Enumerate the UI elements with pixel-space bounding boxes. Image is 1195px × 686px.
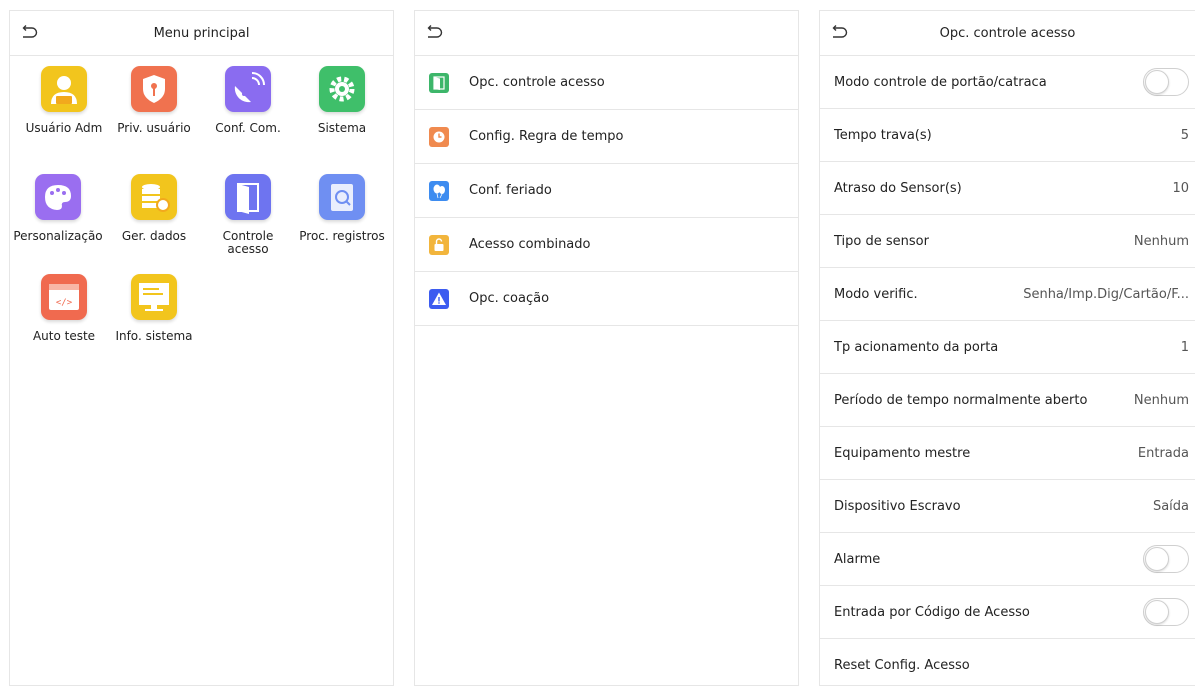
- toggle-knob: [1145, 547, 1169, 571]
- tile-label: Controle acesso: [222, 229, 274, 256]
- clock-icon: [429, 126, 449, 147]
- tile-label: Auto teste: [32, 329, 96, 343]
- setting-label: Tempo trava(s): [834, 127, 932, 143]
- menu-item-label: Opc. coação: [469, 291, 550, 306]
- main-menu-panel: Menu principal Usuário Adm Priv. usuário…: [9, 10, 394, 686]
- tile-access-control[interactable]: Controle acesso: [200, 168, 296, 272]
- access-control-menu-panel: Opc. controle acesso Config. Regra de te…: [414, 10, 799, 686]
- setting-normally-open-period[interactable]: Período de tempo normalmente aberto Nenh…: [820, 374, 1195, 427]
- user-privilege-icon: [131, 66, 177, 112]
- setting-sensor-delay[interactable]: Atraso do Sensor(s) 10: [820, 162, 1195, 215]
- tile-data-management[interactable]: Ger. dados: [106, 168, 202, 272]
- menu-item-holidays[interactable]: Conf. feriado: [415, 164, 798, 218]
- communication-icon: [225, 66, 271, 112]
- page-title: Opc. controle acesso: [939, 25, 1076, 41]
- setting-label: Período de tempo normalmente aberto: [834, 392, 1088, 408]
- tile-communication[interactable]: Conf. Com.: [200, 60, 296, 164]
- setting-sensor-type[interactable]: Tipo de sensor Nenhum: [820, 215, 1195, 268]
- tile-autotest[interactable]: </> Auto teste: [16, 268, 112, 372]
- menu-item-combined-access[interactable]: Acesso combinado: [415, 218, 798, 272]
- warning-icon: [429, 288, 449, 309]
- setting-alarm[interactable]: Alarme: [820, 533, 1195, 586]
- access-code-toggle[interactable]: [1143, 598, 1189, 626]
- page-title: Menu principal: [153, 25, 250, 41]
- personalize-palette-icon: [35, 174, 81, 220]
- tile-label: Conf. Com.: [215, 121, 281, 135]
- access-menu-header: [415, 11, 798, 56]
- alarm-toggle[interactable]: [1143, 545, 1189, 573]
- access-options-header: Opc. controle acesso: [820, 11, 1195, 56]
- autotest-code-icon: </>: [41, 274, 87, 320]
- setting-label: Alarme: [834, 551, 881, 567]
- toggle-knob: [1145, 70, 1169, 94]
- tile-label: Ger. dados: [121, 229, 187, 243]
- setting-label: Tp acionamento da porta: [834, 339, 999, 355]
- access-control-door-icon: [225, 174, 271, 220]
- access-options-panel: Opc. controle acesso Modo controle de po…: [819, 10, 1195, 686]
- setting-label: Modo controle de portão/catraca: [834, 74, 1047, 90]
- attendance-search-icon: [319, 174, 365, 220]
- tile-label: Proc. registros: [299, 229, 385, 243]
- setting-value: 5: [1180, 127, 1189, 143]
- setting-access-code-entry[interactable]: Entrada por Código de Acesso: [820, 586, 1195, 639]
- setting-gate-mode[interactable]: Modo controle de portão/catraca: [820, 56, 1195, 109]
- system-gear-icon: [319, 66, 365, 112]
- setting-value: Nenhum: [1133, 392, 1189, 408]
- setting-value: Saída: [1152, 498, 1189, 514]
- menu-item-label: Conf. feriado: [469, 183, 552, 198]
- setting-lock-time[interactable]: Tempo trava(s) 5: [820, 109, 1195, 162]
- user-admin-icon: [41, 66, 87, 112]
- tile-personalize[interactable]: Personalização: [10, 168, 106, 272]
- svg-text:</>: </>: [56, 298, 73, 308]
- back-arrow-icon[interactable]: [20, 24, 38, 42]
- setting-label: Tipo de sensor: [834, 233, 929, 249]
- setting-label: Entrada por Código de Acesso: [834, 604, 1030, 620]
- tile-label: Info. sistema: [115, 329, 193, 343]
- setting-label: Dispositivo Escravo: [834, 498, 961, 514]
- menu-item-duress[interactable]: Opc. coação: [415, 272, 798, 326]
- system-info-monitor-icon: [131, 274, 177, 320]
- menu-item-access-options[interactable]: Opc. controle acesso: [415, 56, 798, 110]
- tile-label: Usuário Adm: [25, 121, 103, 135]
- balloons-icon: [429, 180, 449, 201]
- setting-door-trigger[interactable]: Tp acionamento da porta 1: [820, 321, 1195, 374]
- setting-value: Entrada: [1137, 445, 1189, 461]
- main-menu-header: Menu principal: [10, 11, 393, 56]
- setting-value: Nenhum: [1133, 233, 1189, 249]
- setting-value: 1: [1180, 339, 1189, 355]
- setting-value: Senha/Imp.Dig/Cartão/F...: [1023, 286, 1189, 302]
- tile-user-admin[interactable]: Usuário Adm: [16, 60, 112, 164]
- setting-label: Equipamento mestre: [834, 445, 971, 461]
- back-arrow-icon[interactable]: [830, 24, 848, 42]
- menu-item-label: Opc. controle acesso: [469, 75, 605, 90]
- setting-label: Atraso do Sensor(s): [834, 180, 962, 196]
- tile-system-info[interactable]: Info. sistema: [106, 268, 202, 372]
- door-icon: [429, 72, 449, 93]
- toggle-knob: [1145, 600, 1169, 624]
- menu-item-time-rule[interactable]: Config. Regra de tempo: [415, 110, 798, 164]
- setting-label: Reset Config. Acesso: [834, 657, 970, 673]
- unlock-icon: [429, 234, 449, 255]
- tile-label: Priv. usuário: [117, 121, 191, 135]
- back-arrow-icon[interactable]: [425, 24, 443, 42]
- setting-label: Modo verific.: [834, 286, 918, 302]
- setting-value: 10: [1172, 180, 1189, 196]
- menu-item-label: Acesso combinado: [469, 237, 591, 252]
- menu-item-label: Config. Regra de tempo: [469, 129, 624, 144]
- tile-label: Personalização: [13, 229, 103, 243]
- tile-system[interactable]: Sistema: [294, 60, 390, 164]
- setting-slave-device[interactable]: Dispositivo Escravo Saída: [820, 480, 1195, 533]
- setting-reset-access[interactable]: Reset Config. Acesso: [820, 639, 1195, 685]
- tile-label: Sistema: [317, 121, 367, 135]
- setting-verify-mode[interactable]: Modo verific. Senha/Imp.Dig/Cartão/F...: [820, 268, 1195, 321]
- gate-mode-toggle[interactable]: [1143, 68, 1189, 96]
- data-management-icon: [131, 174, 177, 220]
- setting-master-device[interactable]: Equipamento mestre Entrada: [820, 427, 1195, 480]
- tile-attendance-records[interactable]: Proc. registros: [294, 168, 390, 272]
- tile-user-privilege[interactable]: Priv. usuário: [106, 60, 202, 164]
